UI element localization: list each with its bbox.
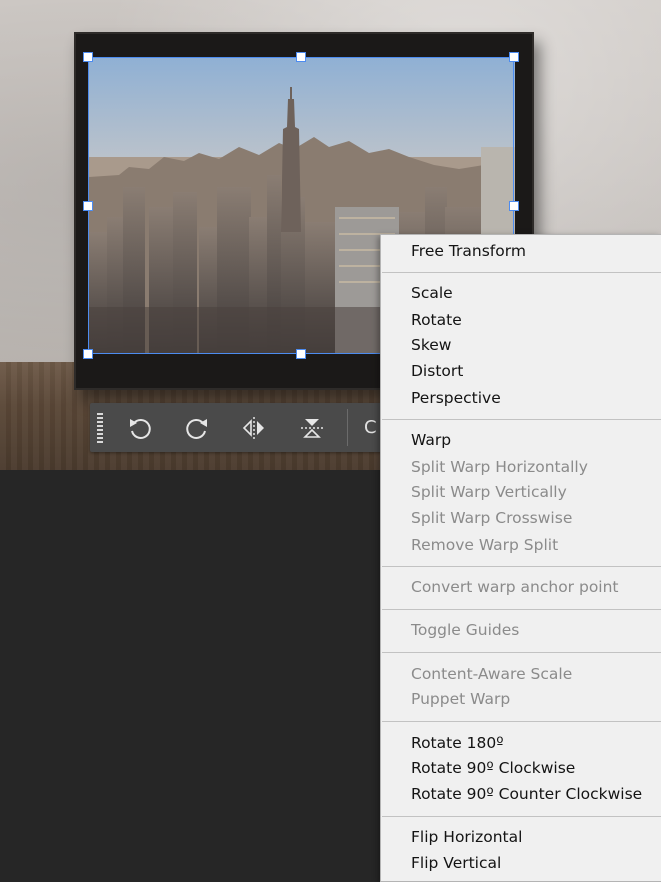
flip-horizontal-button[interactable]: [238, 412, 270, 444]
menu-item-convert-warp-anchor-point[interactable]: Convert warp anchor point: [411, 575, 619, 599]
transform-handle-top-center[interactable]: [296, 52, 306, 62]
menu-separator: [382, 419, 661, 420]
menu-separator: [382, 721, 661, 722]
transform-handle-bottom-center[interactable]: [296, 349, 306, 359]
flip-vertical-button[interactable]: [296, 412, 328, 444]
menu-item-perspective[interactable]: Perspective: [411, 386, 501, 410]
menu-item-toggle-guides[interactable]: Toggle Guides: [411, 618, 519, 642]
menu-item-free-transform[interactable]: Free Transform: [411, 239, 526, 263]
menu-item-content-aware-scale[interactable]: Content-Aware Scale: [411, 662, 572, 686]
transform-handle-top-right[interactable]: [509, 52, 519, 62]
rotate-cw-icon: [186, 418, 207, 439]
menu-item-split-warp-crosswise[interactable]: Split Warp Crosswise: [411, 506, 572, 530]
menu-item-split-warp-horizontally[interactable]: Split Warp Horizontally: [411, 455, 588, 479]
transform-handle-middle-left[interactable]: [83, 201, 93, 211]
flip-horizontal-icon: [242, 417, 264, 439]
rotate-cw-button[interactable]: [181, 412, 213, 444]
toolbar-drag-handle[interactable]: [97, 413, 103, 443]
rotate-ccw-icon: [130, 418, 151, 439]
menu-item-split-warp-vertically[interactable]: Split Warp Vertically: [411, 480, 567, 504]
transform-handle-top-left[interactable]: [83, 52, 93, 62]
menu-item-skew[interactable]: Skew: [411, 333, 451, 357]
toolbar-divider: [347, 409, 348, 446]
menu-item-warp[interactable]: Warp: [411, 428, 451, 452]
menu-item-puppet-warp[interactable]: Puppet Warp: [411, 687, 510, 711]
transform-handle-middle-right[interactable]: [509, 201, 519, 211]
menu-item-rotate-90-ccw[interactable]: Rotate 90º Counter Clockwise: [411, 782, 642, 806]
menu-separator: [382, 816, 661, 817]
contextual-task-bar: C: [90, 403, 390, 452]
flip-vertical-icon: [301, 419, 323, 438]
menu-item-rotate[interactable]: Rotate: [411, 308, 462, 332]
transform-context-menu: Free Transform Scale Rotate Skew Distort…: [380, 234, 661, 882]
menu-separator: [382, 652, 661, 653]
menu-item-rotate-180[interactable]: Rotate 180º: [411, 731, 504, 755]
menu-item-flip-vertical[interactable]: Flip Vertical: [411, 851, 501, 875]
menu-item-distort[interactable]: Distort: [411, 359, 463, 383]
menu-item-rotate-90-cw[interactable]: Rotate 90º Clockwise: [411, 756, 575, 780]
menu-item-scale[interactable]: Scale: [411, 281, 453, 305]
rotate-ccw-button[interactable]: [124, 412, 156, 444]
menu-item-remove-warp-split[interactable]: Remove Warp Split: [411, 533, 558, 557]
transform-handle-bottom-left[interactable]: [83, 349, 93, 359]
menu-separator: [382, 566, 661, 567]
menu-item-flip-horizontal[interactable]: Flip Horizontal: [411, 825, 522, 849]
menu-separator: [382, 609, 661, 610]
menu-separator: [382, 272, 661, 273]
